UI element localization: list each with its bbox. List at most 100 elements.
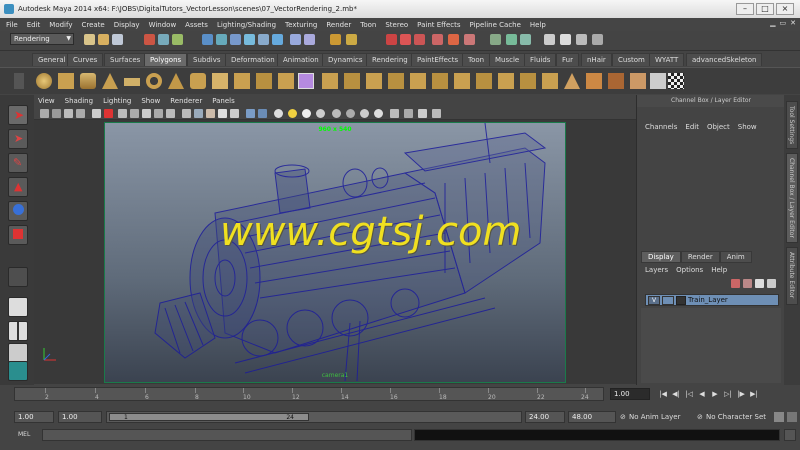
lasso-tool-icon[interactable]: ➤	[8, 129, 28, 149]
hypershade-layout-icon[interactable]	[8, 361, 28, 381]
panel-close-icon[interactable]: ✕	[790, 19, 796, 27]
panel-menu-show[interactable]: Show	[141, 97, 160, 105]
poly-pipe-icon[interactable]	[190, 73, 206, 89]
cb-menu-edit[interactable]: Edit	[685, 123, 699, 131]
isolate-select-icon[interactable]	[246, 109, 255, 118]
layer-color-swatch[interactable]	[676, 296, 686, 305]
scale-tool-icon[interactable]	[8, 225, 28, 245]
separate-icon[interactable]	[256, 73, 272, 89]
render-current-icon[interactable]	[330, 34, 341, 45]
anim-layer-label[interactable]: No Anim Layer	[629, 413, 680, 421]
menu-create[interactable]: Create	[81, 21, 104, 29]
safe-action-icon[interactable]	[154, 109, 163, 118]
layer-playback-toggle[interactable]	[662, 296, 674, 305]
render-view-icon[interactable]	[414, 34, 425, 45]
select-hierarchy-icon[interactable]	[144, 34, 155, 45]
field-chart-icon[interactable]	[142, 109, 151, 118]
shelf-tab-advancedskeleton[interactable]: advancedSkeleton	[686, 53, 763, 66]
tool-settings-toggle-icon[interactable]	[560, 34, 571, 45]
shelf-tab-surfaces[interactable]: Surfaces	[104, 53, 147, 66]
playback-start-field[interactable]: 1.00	[58, 411, 102, 423]
new-scene-icon[interactable]	[84, 34, 95, 45]
end-time-field[interactable]: 48.00	[568, 411, 616, 423]
layer-tab-anim[interactable]: Anim	[719, 251, 752, 263]
fill-hole-icon[interactable]	[476, 73, 492, 89]
cb-menu-object[interactable]: Object	[707, 123, 730, 131]
depth-of-field-icon[interactable]	[360, 109, 369, 118]
layer-menu-help[interactable]: Help	[711, 266, 727, 274]
snap-point-icon[interactable]	[244, 34, 255, 45]
extract-icon[interactable]	[278, 73, 294, 89]
channel-box-area[interactable]	[641, 135, 781, 245]
spherical-mapping-icon[interactable]	[650, 73, 666, 89]
smooth-icon[interactable]	[298, 73, 314, 89]
poly-cone-icon[interactable]	[102, 73, 118, 89]
play-forwards-icon[interactable]: ▶	[710, 389, 720, 399]
move-layer-down-icon[interactable]	[743, 279, 752, 288]
camera-select-icon[interactable]	[40, 109, 49, 118]
shelf-tab-dynamics[interactable]: Dynamics	[322, 53, 369, 66]
menu-pipeline-cache[interactable]: Pipeline Cache	[470, 21, 521, 29]
hud-icon[interactable]	[390, 109, 399, 118]
open-scene-icon[interactable]	[98, 34, 109, 45]
poke-icon[interactable]	[564, 73, 580, 89]
layer-menu-layers[interactable]: Layers	[645, 266, 668, 274]
mirror-icon[interactable]	[322, 73, 338, 89]
current-frame-field[interactable]: 1.00	[610, 388, 650, 400]
panel-menu-renderer[interactable]: Renderer	[170, 97, 202, 105]
panel-menu-view[interactable]: View	[38, 97, 55, 105]
mel-label[interactable]: MEL	[18, 431, 30, 438]
relative-transform-icon[interactable]	[520, 34, 531, 45]
layer-list-area[interactable]	[641, 308, 781, 383]
construction-history-icon[interactable]	[304, 34, 315, 45]
play-backwards-icon[interactable]: ◀	[697, 389, 707, 399]
default-light-icon[interactable]	[274, 109, 283, 118]
mel-input[interactable]	[42, 429, 412, 441]
anti-alias-icon[interactable]	[346, 109, 355, 118]
select-component-icon[interactable]	[172, 34, 183, 45]
magnet-icon[interactable]	[432, 34, 443, 45]
high-quality-icon[interactable]	[302, 109, 311, 118]
shelf-tab-custom[interactable]: Custom	[612, 53, 651, 66]
boolean-union-icon[interactable]	[344, 73, 360, 89]
gamma-icon[interactable]	[418, 109, 427, 118]
attribute-editor-toggle-icon[interactable]	[544, 34, 555, 45]
shelf-tab-subdivs[interactable]: Subdivs	[187, 53, 227, 66]
side-tab-attribute-editor[interactable]: Attribute Editor	[786, 247, 798, 305]
textured-icon[interactable]	[206, 109, 215, 118]
shelf-tab-polygons[interactable]: Polygons	[144, 53, 188, 66]
step-forward-icon[interactable]: |▶	[736, 389, 746, 399]
poly-platonic-icon[interactable]	[212, 73, 228, 89]
camera-attributes-icon[interactable]	[52, 109, 61, 118]
layer-tab-render[interactable]: Render	[680, 251, 720, 263]
gate-mask-icon[interactable]	[130, 109, 139, 118]
motion-blur-icon[interactable]	[332, 109, 341, 118]
render-layer-icon[interactable]	[448, 34, 459, 45]
film-gate-icon[interactable]	[104, 109, 113, 118]
last-tool-icon[interactable]	[8, 267, 28, 287]
boolean-difference-icon[interactable]	[366, 73, 382, 89]
snap-grid-icon[interactable]	[216, 34, 227, 45]
xray-icon[interactable]	[258, 109, 267, 118]
new-empty-layer-icon[interactable]	[755, 279, 764, 288]
menu-edit[interactable]: Edit	[27, 21, 41, 29]
go-to-end-icon[interactable]: ▶|	[749, 389, 759, 399]
go-to-start-icon[interactable]: |◀	[658, 389, 668, 399]
poly-sphere-icon[interactable]	[36, 73, 52, 89]
checker-icon[interactable]	[668, 73, 684, 89]
persp-outliner-layout-icon[interactable]	[8, 343, 28, 363]
layer-row-train[interactable]: V Train_Layer	[645, 294, 779, 306]
poly-pyramid-icon[interactable]	[168, 73, 184, 89]
menu-set-dropdown[interactable]: Rendering ▼	[10, 33, 74, 45]
shelf-tab-deformation[interactable]: Deformation	[225, 53, 281, 66]
shelf-tab-curves[interactable]: Curves	[67, 53, 104, 66]
grid-icon[interactable]	[92, 109, 101, 118]
extrude-icon[interactable]	[410, 73, 426, 89]
menu-texturing[interactable]: Texturing	[285, 21, 317, 29]
input-field-icon[interactable]	[506, 34, 517, 45]
bridge-icon[interactable]	[432, 73, 448, 89]
select-tool-icon[interactable]: ➤	[8, 105, 28, 125]
shelf-menu-icon[interactable]	[14, 73, 24, 89]
shelf-tab-rendering[interactable]: Rendering	[366, 53, 414, 66]
mask-icon[interactable]	[202, 34, 213, 45]
